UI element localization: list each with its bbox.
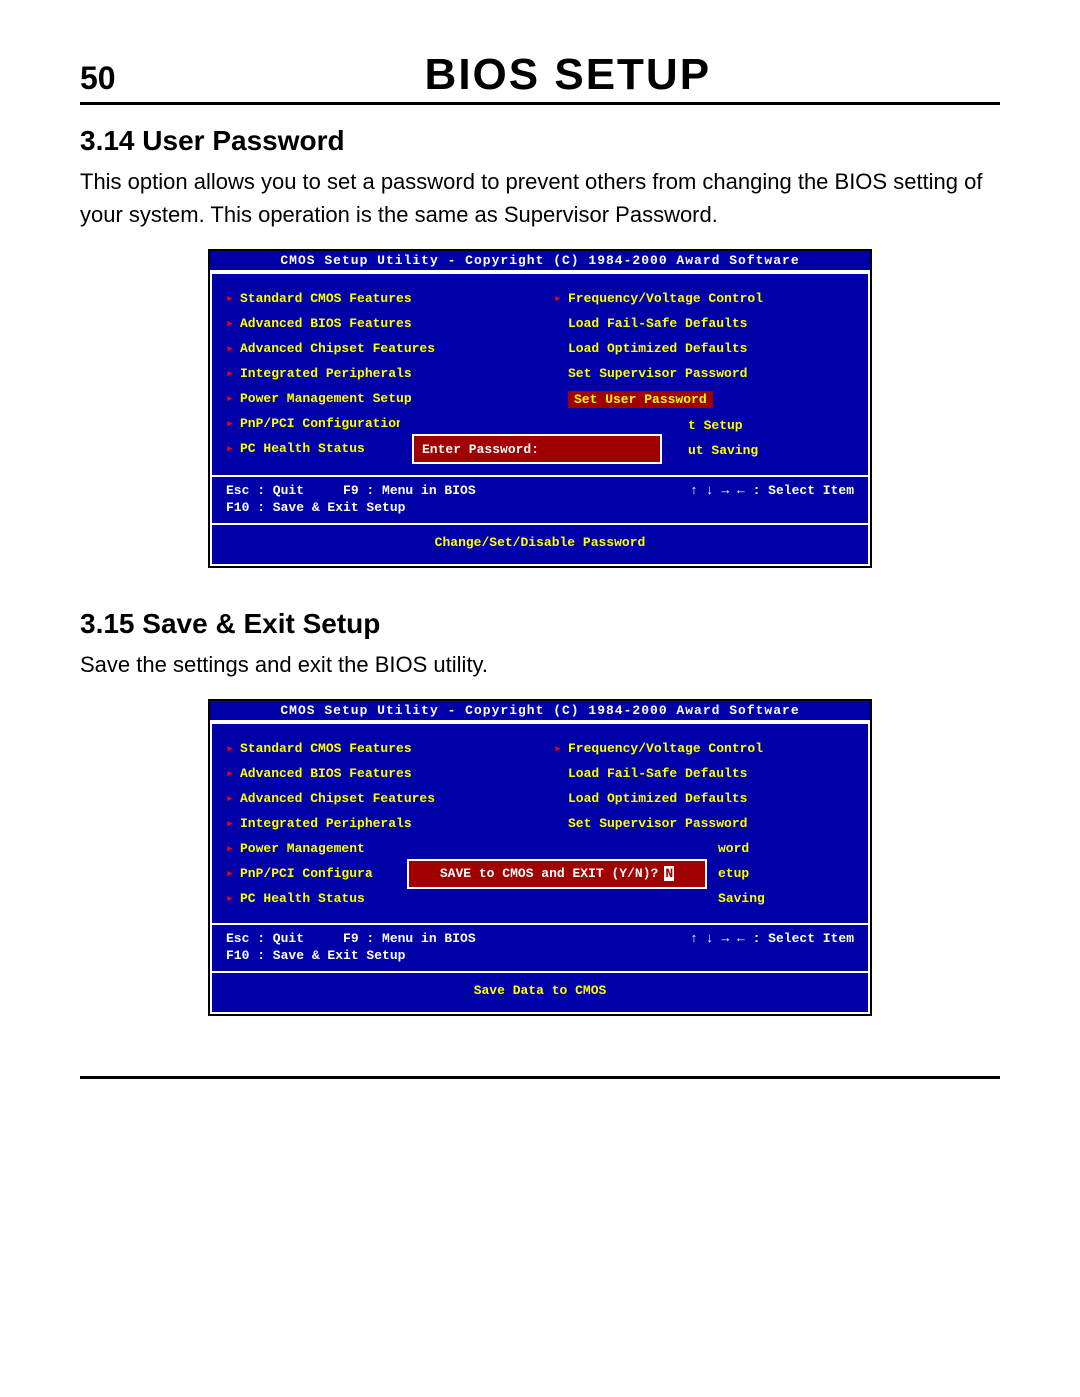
menu-freq-voltage[interactable]: ▸Frequency/Voltage Control [554,736,864,761]
page-header: 50 BIOS SETUP [80,50,1000,105]
triangle-icon: ▸ [554,291,568,306]
triangle-icon: ▸ [226,766,240,781]
menu-pnp-pci[interactable]: ▸PnP/PCI Configurations [226,411,536,436]
menu-integrated-peripherals[interactable]: ▸Integrated Peripherals [226,811,536,836]
triangle-icon: ▸ [226,291,240,306]
bios-key-help: Esc : Quit F9 : Menu in BIOS F10 : Save … [212,923,868,971]
section-315-title: 3.15 Save & Exit Setup [80,608,1000,640]
dialog-label: Enter Password: [422,442,539,457]
triangle-icon: ▸ [226,366,240,381]
menu-supervisor-password[interactable]: Set Supervisor Password [554,811,864,836]
triangle-icon: ▸ [226,416,240,431]
triangle-icon: ▸ [226,891,240,906]
menu-integrated-peripherals[interactable]: ▸Integrated Peripherals [226,361,536,386]
triangle-icon: ▸ [226,341,240,356]
menu-advanced-chipset[interactable]: ▸Advanced Chipset Features [226,786,536,811]
menu-advanced-bios[interactable]: ▸Advanced BIOS Features [226,761,536,786]
menu-pc-health[interactable]: ▸PC Health Status [226,886,536,911]
menu-load-optimized[interactable]: Load Optimized Defaults [554,786,864,811]
section-314-title: 3.14 User Password [80,125,1000,157]
dialog-label: SAVE to CMOS and EXIT (Y/N)? [440,866,658,881]
triangle-icon: ▸ [226,316,240,331]
bios-footer-msg: Change/Set/Disable Password [212,523,868,564]
key-help-right: ↑ ↓ → ← : Select Item [690,483,854,517]
key-help-right: ↑ ↓ → ← : Select Item [690,931,854,965]
key-help-left: Esc : Quit F9 : Menu in BIOS F10 : Save … [226,931,476,965]
triangle-icon: ▸ [226,841,240,856]
menu-advanced-bios[interactable]: ▸Advanced BIOS Features [226,311,536,336]
triangle-icon: ▸ [226,791,240,806]
bios-key-help: Esc : Quit F9 : Menu in BIOS F10 : Save … [212,475,868,523]
triangle-icon: ▸ [226,741,240,756]
bios-title: CMOS Setup Utility - Copyright (C) 1984-… [210,251,870,272]
bios-right-column: ▸Frequency/Voltage Control Load Fail-Saf… [540,724,868,923]
menu-exit-without-truncated[interactable]: Saving [554,886,864,911]
menu-user-password-selected[interactable]: Set User Password [554,386,864,413]
bios-screen-save-exit: CMOS Setup Utility - Copyright (C) 1984-… [208,699,872,1016]
menu-load-failsafe[interactable]: Load Fail-Safe Defaults [554,311,864,336]
menu-power-management[interactable]: ▸Power Management Setup [226,386,536,411]
bios-screen-user-password: CMOS Setup Utility - Copyright (C) 1984-… [208,249,872,568]
triangle-icon: ▸ [226,441,240,456]
menu-standard-cmos[interactable]: ▸Standard CMOS Features [226,286,536,311]
page-number: 50 [80,60,116,97]
menu-power-management[interactable]: ▸Power Management [226,836,536,861]
page-footer-rule [80,1076,1000,1079]
menu-freq-voltage[interactable]: ▸Frequency/Voltage Control [554,286,864,311]
menu-supervisor-password[interactable]: Set Supervisor Password [554,361,864,386]
bios-title: CMOS Setup Utility - Copyright (C) 1984-… [210,701,870,722]
page-title: BIOS SETUP [136,50,1000,100]
menu-load-optimized[interactable]: Load Optimized Defaults [554,336,864,361]
bios-left-column: ▸Standard CMOS Features ▸Advanced BIOS F… [212,724,540,923]
triangle-icon: ▸ [226,866,240,881]
menu-load-failsafe[interactable]: Load Fail-Safe Defaults [554,761,864,786]
section-315-body: Save the settings and exit the BIOS util… [80,648,1000,681]
dialog-cursor[interactable]: N [664,866,674,881]
triangle-icon: ▸ [554,741,568,756]
triangle-icon: ▸ [226,816,240,831]
menu-advanced-chipset[interactable]: ▸Advanced Chipset Features [226,336,536,361]
bios-footer-msg: Save Data to CMOS [212,971,868,1012]
menu-standard-cmos[interactable]: ▸Standard CMOS Features [226,736,536,761]
triangle-icon: ▸ [226,391,240,406]
menu-user-password-truncated[interactable]: word [554,836,864,861]
section-314-body: This option allows you to set a password… [80,165,1000,231]
key-help-left: Esc : Quit F9 : Menu in BIOS F10 : Save … [226,483,476,517]
